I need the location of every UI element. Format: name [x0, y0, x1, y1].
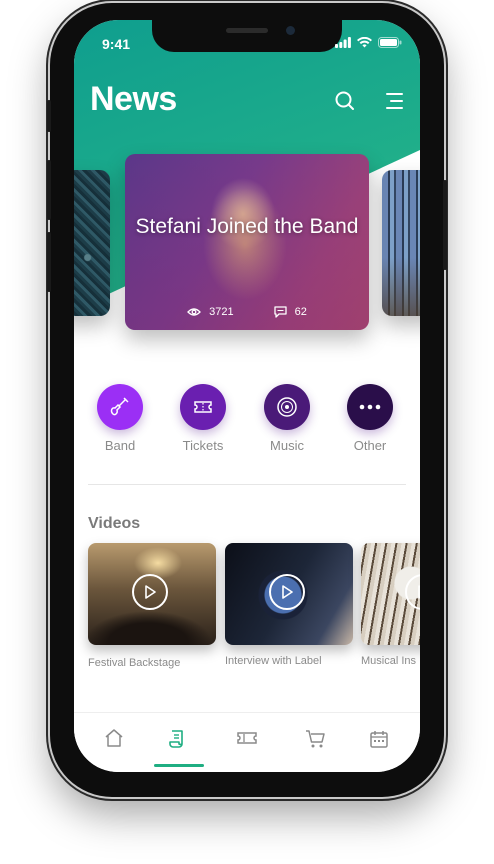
- side-button-volume-down: [47, 232, 51, 292]
- notch: [152, 20, 342, 52]
- calendar-icon: [369, 731, 388, 748]
- nav-calendar[interactable]: [344, 713, 413, 772]
- band-icon-circle: [97, 384, 143, 430]
- news-card-next[interactable]: [382, 170, 420, 316]
- wifi-icon: [357, 37, 372, 48]
- video-card-musical-instruments[interactable]: [361, 543, 420, 645]
- nav-home[interactable]: [79, 713, 148, 772]
- music-icon-circle: [264, 384, 310, 430]
- guitar-icon: [110, 397, 129, 416]
- other-icon-circle: [347, 384, 393, 430]
- category-music[interactable]: Music: [247, 384, 327, 453]
- page-title: News: [90, 80, 177, 118]
- category-music-label: Music: [270, 438, 304, 453]
- featured-news-title: Stefani Joined the Band: [135, 215, 359, 238]
- play-icon[interactable]: [405, 574, 420, 610]
- category-other[interactable]: Other: [330, 384, 410, 453]
- video-label[interactable]: Musical Ins: [361, 655, 416, 667]
- play-icon[interactable]: [132, 574, 168, 610]
- home-icon: [105, 729, 122, 747]
- video-card-interview-with-label[interactable]: [225, 543, 353, 645]
- tickets-icon: [236, 732, 257, 744]
- news-card-previous[interactable]: [74, 170, 110, 316]
- front-camera: [286, 26, 295, 35]
- vinyl-record-icon: [277, 397, 297, 417]
- category-tickets[interactable]: Tickets: [163, 384, 243, 453]
- menu-icon[interactable]: [382, 88, 408, 114]
- category-band-label: Band: [104, 438, 136, 453]
- play-icon[interactable]: [269, 574, 305, 610]
- comment-icon: [273, 306, 287, 318]
- category-tickets-label: Tickets: [182, 438, 224, 453]
- nav-cart[interactable]: [281, 713, 350, 772]
- active-tab-indicator: [154, 764, 204, 767]
- featured-news-stats: 3721 62: [125, 306, 369, 318]
- bottom-navigation: [74, 712, 420, 772]
- views-stat: 3721: [187, 306, 234, 318]
- news-icon: [168, 730, 183, 748]
- cart-icon: [305, 730, 325, 748]
- status-icons: [335, 37, 402, 48]
- tickets-icon-circle: [180, 384, 226, 430]
- featured-news-card[interactable]: Stefani Joined the Band 3721 62: [125, 154, 369, 330]
- video-label[interactable]: Festival Backstage: [88, 657, 180, 669]
- video-label[interactable]: Interview with Label: [225, 655, 322, 667]
- eye-icon: [187, 308, 202, 316]
- speaker: [226, 28, 268, 33]
- comments-stat: 62: [273, 306, 307, 318]
- battery-icon: [378, 37, 402, 48]
- category-band[interactable]: Band: [80, 384, 160, 453]
- nav-tickets[interactable]: [212, 713, 281, 772]
- more-dots-icon: [359, 404, 381, 410]
- signal-icon: [335, 37, 351, 48]
- videos-section-title: Videos: [88, 515, 141, 532]
- side-button-volume-up: [47, 160, 51, 220]
- ticket-icon: [194, 401, 212, 413]
- search-icon[interactable]: [332, 88, 358, 114]
- views-count: 3721: [209, 306, 234, 318]
- side-button-silent: [47, 100, 51, 132]
- section-divider: [88, 484, 406, 485]
- comments-count: 62: [294, 306, 307, 318]
- status-time: 9:41: [102, 36, 131, 52]
- category-other-label: Other: [353, 438, 387, 453]
- phone-screen: 9:41 News Stefani Joined the Band 3721 6…: [74, 20, 420, 772]
- video-card-festival-backstage[interactable]: [88, 543, 216, 645]
- side-button-power: [443, 180, 447, 270]
- category-row: Band Tickets Music Other: [74, 384, 420, 464]
